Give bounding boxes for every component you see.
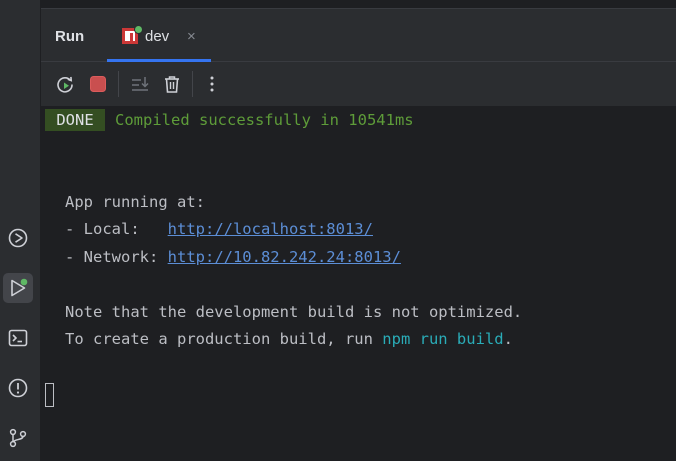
running-indicator	[134, 25, 143, 34]
git-icon[interactable]	[3, 423, 33, 453]
production-prefix: To create a production build, run	[65, 330, 383, 348]
terminal-icon[interactable]	[3, 323, 33, 353]
production-build-line: To create a production build, run npm ru…	[65, 330, 513, 348]
npm-command: npm run build	[382, 330, 504, 348]
more-options-icon[interactable]	[200, 72, 224, 96]
console-output[interactable]: DONE Compiled successfully in 10541ms Ap…	[41, 106, 676, 461]
network-url-link[interactable]: http://10.82.242.24:8013/	[168, 248, 401, 266]
note-line: Note that the development build is not o…	[65, 303, 523, 321]
run-toolbar	[41, 62, 676, 106]
text-cursor	[45, 383, 54, 407]
app-running-line: App running at:	[65, 193, 205, 211]
network-label: - Network:	[65, 248, 168, 266]
run-tab-bar: Run dev ×	[41, 9, 676, 62]
close-icon[interactable]: ×	[187, 28, 196, 45]
rerun-icon[interactable]	[53, 72, 77, 96]
local-label: - Local:	[65, 220, 168, 238]
run-icon[interactable]	[3, 273, 33, 303]
tool-window-stripe	[0, 0, 41, 461]
network-line: - Network: http://10.82.242.24:8013/	[65, 248, 401, 266]
done-badge: DONE	[45, 109, 105, 131]
tab-label: dev	[145, 28, 170, 45]
stop-icon[interactable]	[86, 72, 110, 96]
tool-window-title: Run	[55, 28, 85, 45]
toolbar-divider	[192, 71, 193, 97]
compiled-message: Compiled successfully in 10541ms	[115, 111, 414, 129]
clear-all-icon[interactable]	[160, 72, 184, 96]
local-line: - Local: http://localhost:8013/	[65, 220, 373, 238]
toolbar-divider	[118, 71, 119, 97]
local-url-link[interactable]: http://localhost:8013/	[168, 220, 373, 238]
scroll-to-end-icon[interactable]	[128, 72, 152, 96]
production-suffix: .	[503, 330, 513, 348]
run-tool-window: Run dev × DONE Compiled successfully in …	[41, 9, 676, 461]
problems-icon[interactable]	[3, 373, 33, 403]
editor-edge	[41, 0, 676, 9]
tab-dev[interactable]: dev ×	[107, 9, 211, 62]
services-icon[interactable]	[3, 223, 33, 253]
